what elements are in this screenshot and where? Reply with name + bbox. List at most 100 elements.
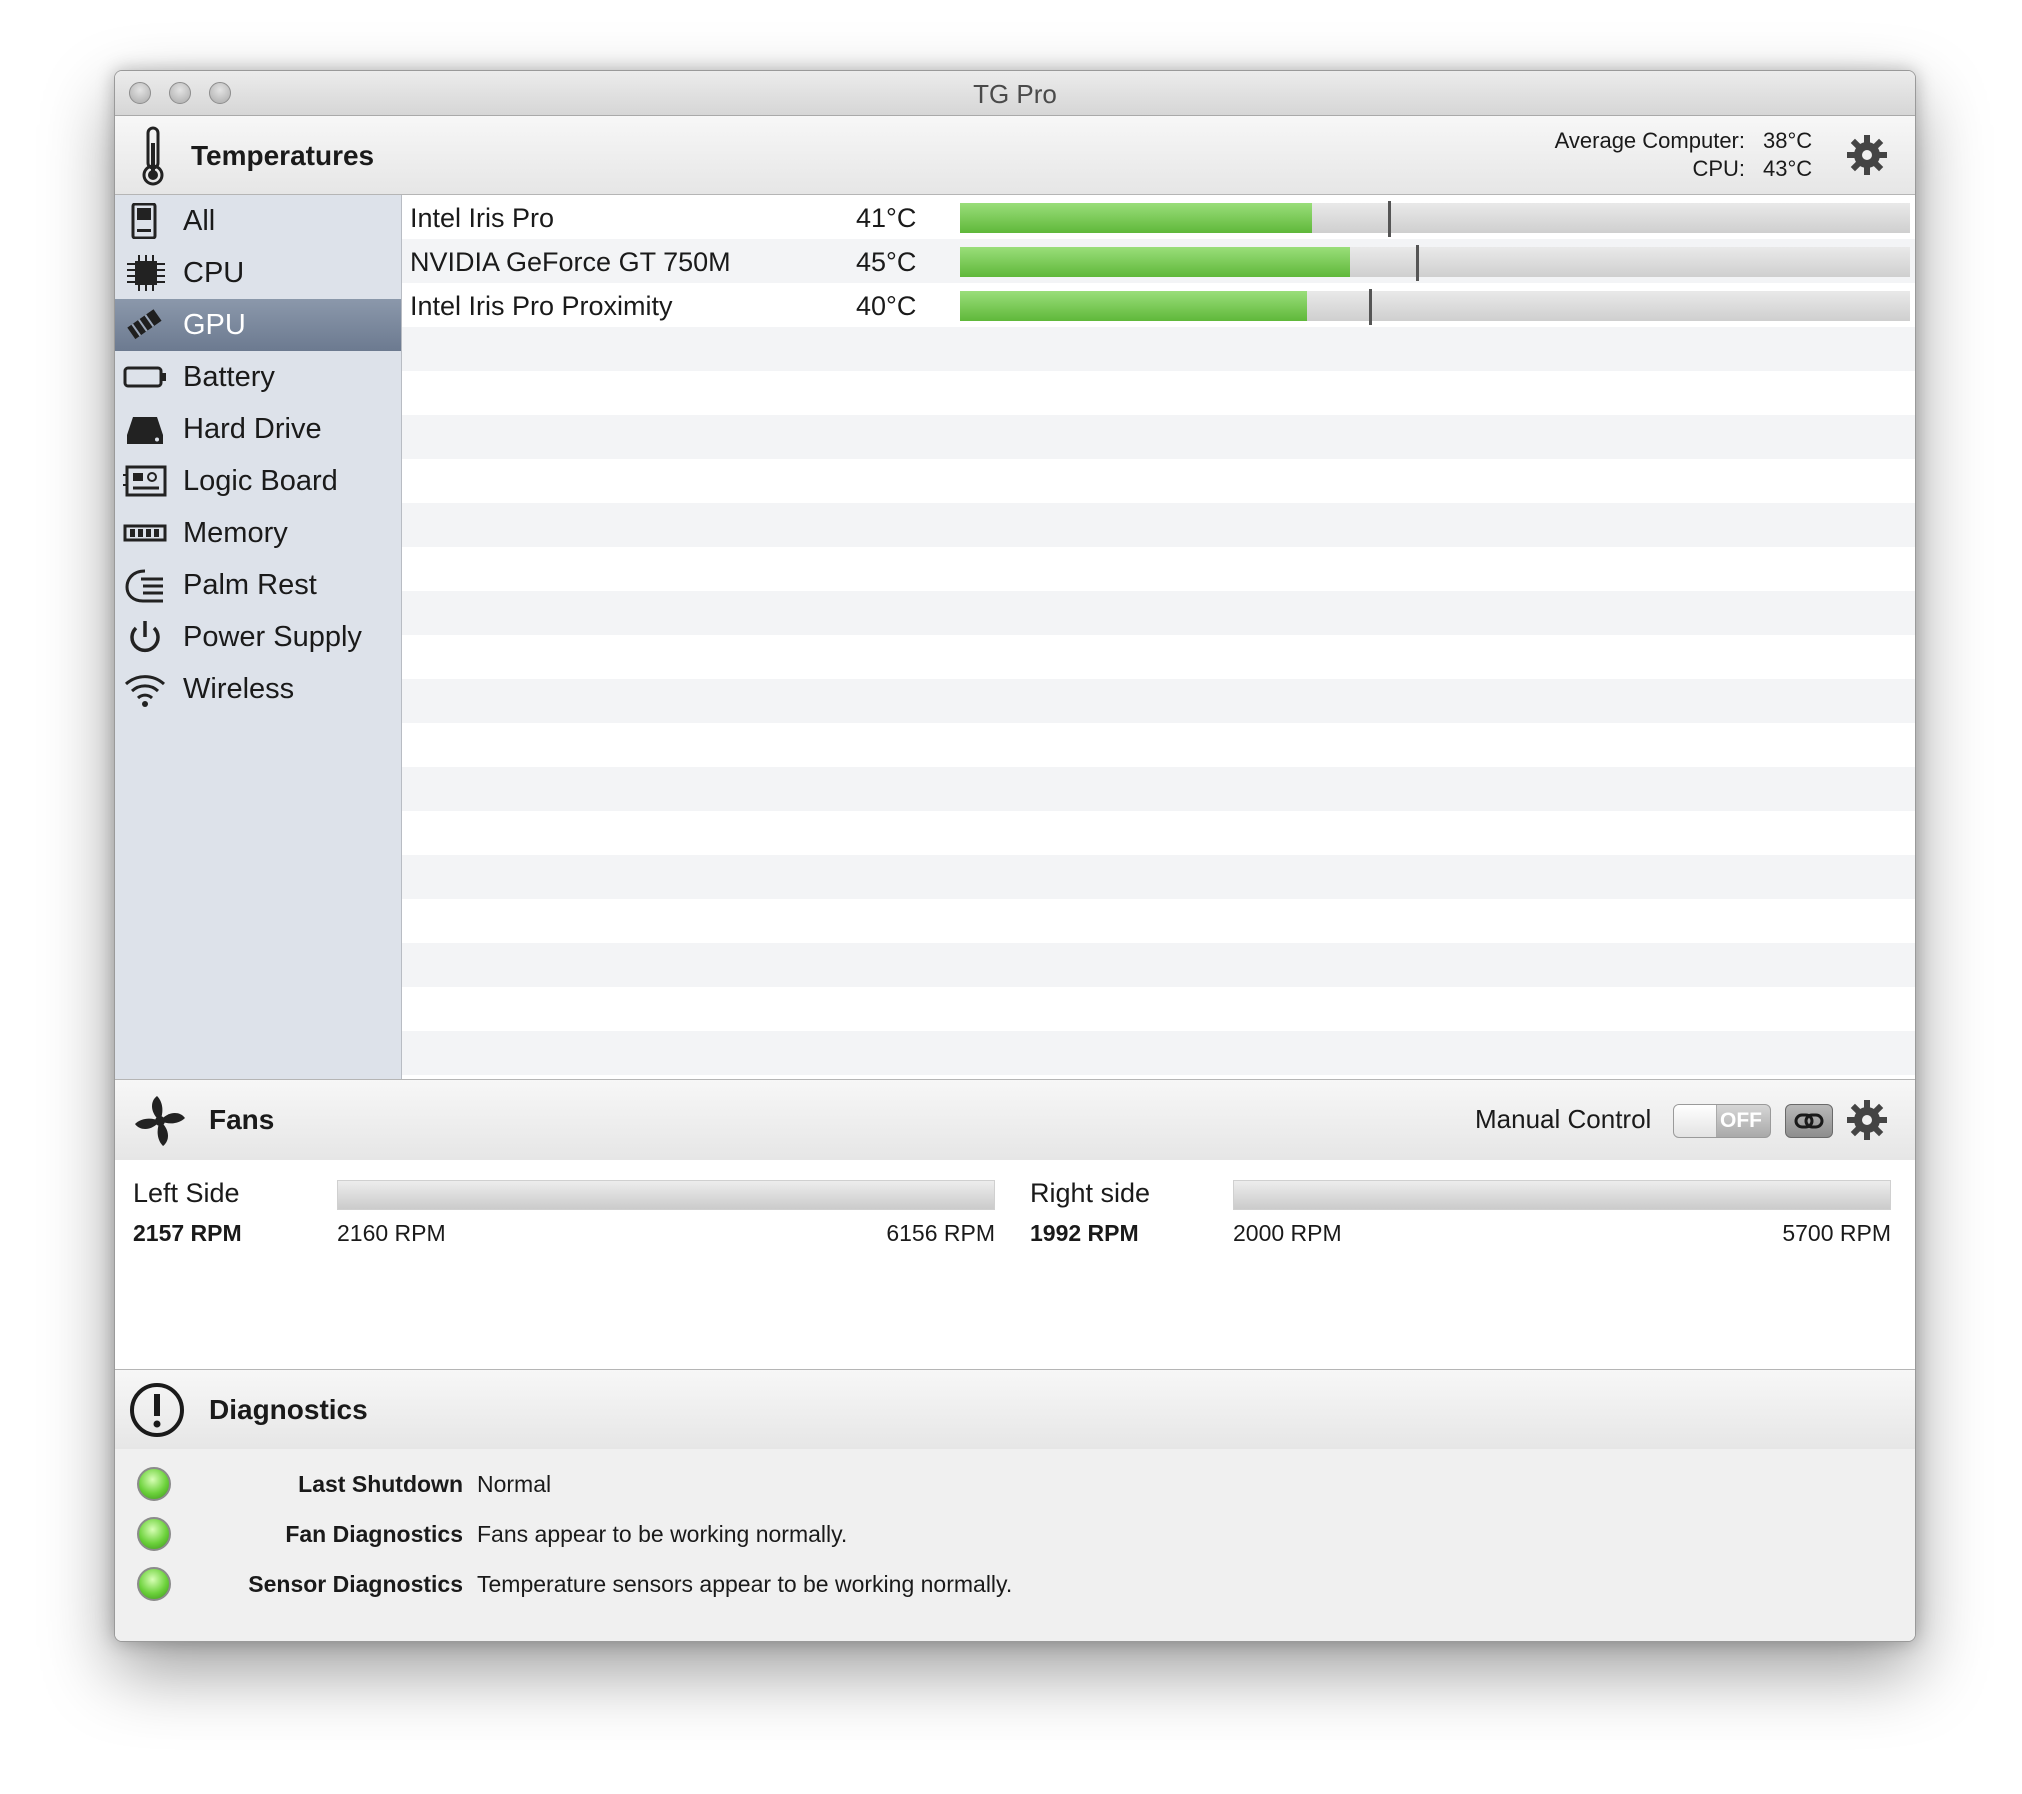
list-stripe — [402, 415, 1915, 459]
app-window: TG Pro Temperatures Average Computer: 38… — [114, 70, 1916, 1642]
right-fan-min-rpm: 2000 RPM — [1233, 1220, 1342, 1246]
temperatures-title: Temperatures — [191, 140, 375, 171]
sensor-max-marker — [1387, 201, 1391, 237]
sidebar-item-label: Wireless — [183, 673, 295, 705]
sensor-temperature: 45°C — [856, 247, 917, 277]
diag-label-fan-diagnostics: Fan Diagnostics — [285, 1521, 463, 1547]
list-stripe — [402, 591, 1915, 635]
sensor-temperature-bar — [960, 245, 1910, 281]
average-computer-label: Average Computer: — [1554, 128, 1745, 153]
sidebar-item-label: Logic Board — [183, 465, 338, 497]
sensor-temperature-fill — [960, 247, 1350, 277]
diag-value-last-shutdown: Normal — [477, 1471, 552, 1497]
fans-settings-gear-icon[interactable] — [1845, 1098, 1889, 1142]
diagnostics-panel: Last Shutdown Normal Fan Diagnostics Fan… — [115, 1449, 1915, 1641]
cpu-temp-value: 43°C — [1763, 156, 1813, 181]
sidebar-item-memory[interactable]: Memory — [115, 507, 401, 559]
list-stripe — [402, 679, 1915, 723]
sidebar-item-label: All — [183, 205, 216, 237]
sidebar-item-label: Hard Drive — [183, 413, 322, 445]
sensor-list: Intel Iris Pro 41°C NVIDIA GeForce GT 75… — [402, 195, 1915, 1079]
sensor-temperature-fill — [960, 203, 1312, 233]
sensor-temperature: 41°C — [856, 203, 917, 233]
list-stripe — [402, 767, 1915, 811]
wifi-icon — [124, 675, 166, 707]
sidebar-item-logic-board[interactable]: Logic Board — [115, 455, 401, 507]
battery-icon — [123, 366, 166, 388]
sensor-name: Intel Iris Pro Proximity — [410, 291, 673, 321]
list-stripe — [402, 855, 1915, 899]
memory-icon — [123, 524, 167, 542]
sensor-category-sidebar: All CPU GPU Battery Hard Drive Logic Boa… — [115, 195, 402, 1079]
toggle-knob — [1674, 1105, 1717, 1137]
thermometer-icon — [142, 126, 164, 186]
list-stripe — [402, 327, 1915, 371]
sidebar-item-label: Palm Rest — [183, 569, 317, 601]
hard-drive-icon — [127, 417, 163, 444]
sidebar-item-cpu[interactable]: CPU — [115, 247, 401, 299]
link-fans-button[interactable] — [1785, 1104, 1833, 1138]
sidebar-item-battery[interactable]: Battery — [115, 351, 401, 403]
sensor-temperature-bar — [960, 289, 1910, 325]
sensor-max-marker — [1368, 289, 1372, 325]
sidebar-item-hard-drive[interactable]: Hard Drive — [115, 403, 401, 455]
table-row[interactable]: Intel Iris Pro 41°C — [402, 195, 1915, 239]
computer-icon — [131, 203, 157, 239]
table-row[interactable]: Intel Iris Pro Proximity 40°C — [402, 283, 1915, 327]
sidebar-item-label: GPU — [183, 309, 246, 341]
left-fan-max-rpm: 6156 RPM — [886, 1220, 995, 1246]
fans-header: Fans Manual Control — [115, 1079, 1915, 1161]
sidebar-item-label: Power Supply — [183, 621, 362, 653]
list-stripe — [402, 943, 1915, 987]
fans-title: Fans — [209, 1104, 275, 1135]
sensor-max-marker — [1416, 245, 1419, 281]
diag-value-fan-diagnostics: Fans appear to be working normally. — [477, 1521, 848, 1547]
title-bar: TG Pro — [115, 71, 1915, 116]
gpu-card-icon — [127, 309, 162, 340]
link-chain-icon — [1794, 1113, 1824, 1129]
list-stripe — [402, 503, 1915, 547]
cpu-temp-label: CPU: — [1692, 156, 1745, 181]
sidebar-item-palm-rest[interactable]: Palm Rest — [115, 559, 401, 611]
sensor-temperature: 40°C — [856, 291, 917, 321]
power-icon — [130, 621, 160, 653]
sidebar-item-label: CPU — [183, 257, 245, 289]
sensor-name: Intel Iris Pro — [410, 203, 555, 233]
sidebar-item-gpu[interactable]: GPU — [115, 299, 401, 351]
manual-control-toggle[interactable]: OFF — [1673, 1104, 1771, 1138]
sensor-name: NVIDIA GeForce GT 750M — [410, 247, 731, 277]
window-title: TG Pro — [973, 79, 1057, 109]
diag-label-last-shutdown: Last Shutdown — [298, 1471, 463, 1497]
right-fan-name: Right side — [1030, 1178, 1151, 1208]
left-fan-min-rpm: 2160 RPM — [337, 1220, 446, 1246]
fans-panel: Left Side 2157 RPM 2160 RPM 6156 RPM Rig… — [115, 1160, 1915, 1370]
manual-control-label: Manual Control — [1475, 1104, 1652, 1134]
sensor-temperature-bar — [960, 201, 1910, 237]
sidebar-item-all[interactable]: All — [115, 195, 401, 247]
status-led — [137, 1467, 171, 1501]
sidebar-item-power-supply[interactable]: Power Supply — [115, 611, 401, 663]
diag-label-sensor-diagnostics: Sensor Diagnostics — [248, 1571, 463, 1597]
sidebar-item-wireless[interactable]: Wireless — [115, 663, 401, 715]
logic-board-icon — [123, 465, 167, 497]
right-fan-max-rpm: 5700 RPM — [1782, 1220, 1891, 1246]
left-fan-name: Left Side — [133, 1178, 240, 1208]
fan-icon — [135, 1096, 185, 1146]
sidebar-item-label: Memory — [183, 517, 288, 549]
table-row[interactable]: NVIDIA GeForce GT 750M 45°C — [402, 239, 1915, 283]
left-fan-speed-bar — [337, 1180, 995, 1210]
temperatures-header: Temperatures Average Computer: 38°C CPU:… — [115, 116, 1915, 195]
average-computer-value: 38°C — [1763, 128, 1813, 153]
sidebar-item-label: Battery — [183, 361, 275, 393]
left-fan-rpm: 2157 RPM — [133, 1220, 242, 1246]
status-led — [137, 1567, 171, 1601]
exclamation-circle-icon — [130, 1383, 184, 1437]
temperatures-settings-gear-icon[interactable] — [1845, 133, 1889, 177]
right-fan-speed-bar — [1233, 1180, 1891, 1210]
list-stripe — [402, 1031, 1915, 1075]
right-fan-rpm: 1992 RPM — [1030, 1220, 1139, 1246]
palm-rest-icon — [125, 569, 163, 603]
sensor-temperature-fill — [960, 291, 1307, 321]
toggle-state-label: OFF — [1720, 1109, 1762, 1132]
status-led — [137, 1517, 171, 1551]
